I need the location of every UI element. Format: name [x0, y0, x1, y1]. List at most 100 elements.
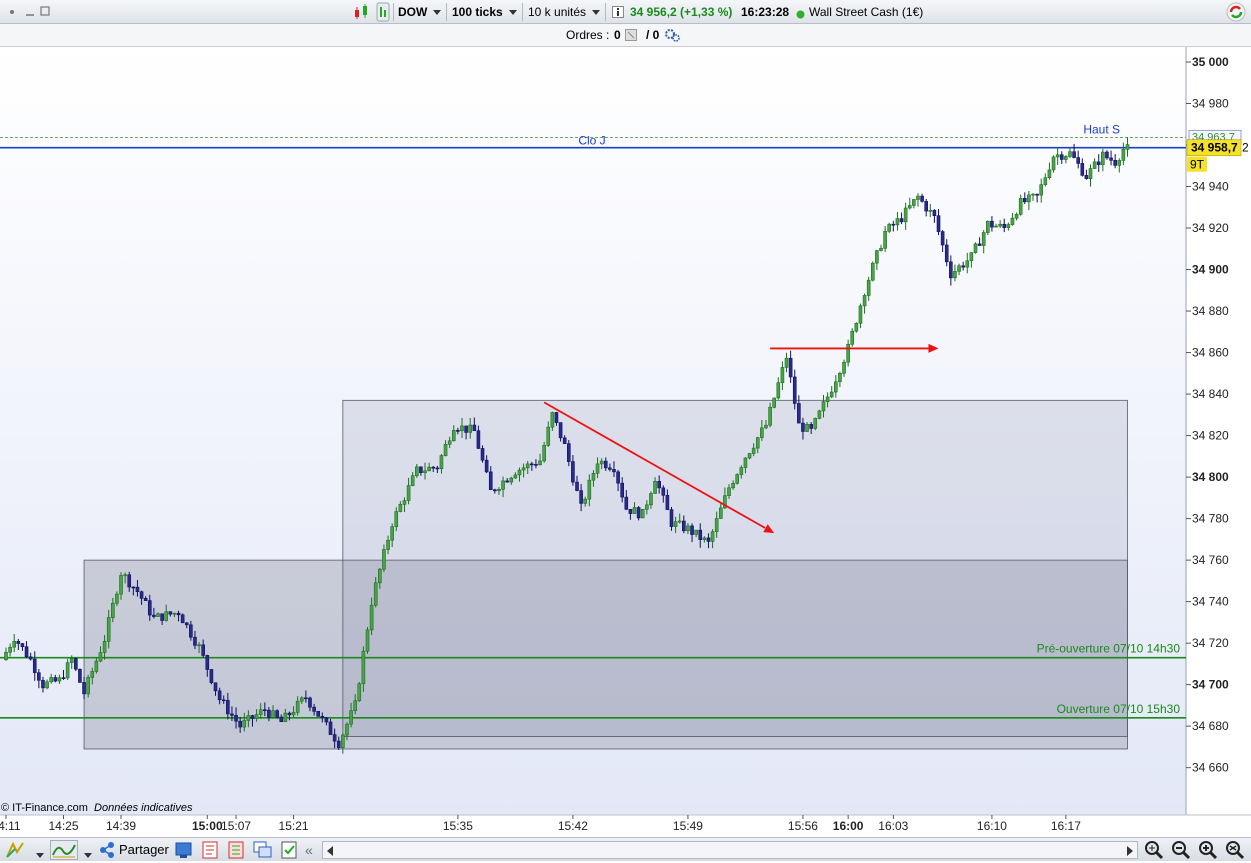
candle-body — [895, 218, 900, 226]
candle-body — [78, 668, 82, 683]
candle-body — [1018, 198, 1023, 215]
refresh-icon[interactable] — [1226, 2, 1246, 25]
candle-body — [406, 485, 411, 501]
share-button[interactable]: Partager — [97, 840, 169, 860]
gear-icon[interactable] — [664, 28, 680, 45]
candle-body — [932, 210, 937, 216]
top-toolbar: DOW 100 ticks 10 k unités 34 956,2 (+1,3… — [0, 0, 1251, 24]
candle-body — [924, 201, 928, 212]
candle-body — [435, 467, 440, 470]
screen-icon[interactable] — [174, 840, 196, 860]
candle-body — [365, 629, 370, 652]
zoom-in-icon[interactable] — [1197, 840, 1219, 860]
bottom-toolbar: Partager « — [0, 837, 1251, 861]
candle-body — [657, 481, 661, 489]
candle-body — [850, 330, 855, 345]
candle-body — [694, 529, 698, 535]
candle-body — [32, 658, 37, 674]
candle-body — [616, 471, 620, 484]
candle-body — [727, 487, 731, 497]
candle-body — [1080, 163, 1085, 176]
candle-body — [603, 460, 608, 469]
candle-body — [797, 403, 801, 424]
horizontal-scrollbar[interactable] — [322, 841, 1138, 859]
orders-icon[interactable] — [625, 29, 637, 44]
candle-body — [398, 504, 403, 512]
window-control-icons[interactable] — [6, 0, 50, 24]
source-text: © IT-Finance.com — [1, 802, 88, 814]
candle-body — [977, 243, 982, 246]
checklist-icon[interactable] — [279, 840, 301, 860]
candlestick-icon[interactable] — [353, 4, 371, 23]
candle-body — [119, 575, 123, 595]
level-label: Ouverture 07/10 15h30 — [1057, 702, 1181, 716]
scroll-left-icon[interactable] — [326, 845, 334, 859]
list-icon[interactable] — [200, 840, 222, 860]
candle-body — [698, 529, 703, 540]
info-icon[interactable] — [612, 6, 624, 21]
draw-tool-icon[interactable] — [4, 840, 26, 860]
candle-body — [49, 677, 53, 683]
ticks-selector[interactable]: 100 ticks — [452, 0, 517, 24]
candle-body — [143, 598, 148, 601]
bar-chart-icon[interactable] — [376, 2, 390, 25]
candle-body — [65, 662, 70, 679]
candle-body — [98, 652, 103, 662]
candle-body — [870, 262, 875, 281]
candle-body — [279, 716, 284, 723]
scroll-right-icon[interactable] — [1126, 845, 1134, 859]
candle-body — [24, 646, 29, 658]
candle-body — [591, 473, 596, 481]
candle-body — [472, 424, 477, 432]
candle-body — [620, 482, 625, 498]
candle-body — [784, 357, 789, 368]
candle-body — [772, 397, 776, 408]
candle-body — [1039, 184, 1044, 196]
candle-body — [94, 660, 99, 672]
zoom-reset-icon[interactable] — [1224, 840, 1246, 860]
x-tick-label: 14:11 — [0, 819, 21, 833]
market-status-icon — [796, 8, 805, 22]
instrument-selector[interactable]: DOW — [398, 0, 442, 24]
candle-body — [587, 479, 592, 500]
candle-body — [1010, 217, 1015, 225]
candle-body — [4, 651, 8, 661]
windows-icon[interactable] — [252, 840, 274, 860]
candle-body — [903, 207, 908, 223]
y-tick-label: 34 740 — [1192, 595, 1229, 609]
candle-body — [263, 709, 267, 712]
candle-body — [513, 474, 518, 479]
y-tick-label: 34 840 — [1192, 387, 1229, 401]
orders-list-icon[interactable] — [226, 840, 248, 860]
candle-body — [530, 463, 534, 466]
candle-body — [817, 410, 822, 419]
indicator-icon[interactable] — [50, 840, 78, 860]
candle-body — [891, 223, 896, 226]
candle-body — [353, 700, 357, 712]
zoom-fit-icon[interactable] — [1143, 840, 1165, 860]
candle-body — [1068, 151, 1072, 157]
candle-body — [1047, 169, 1052, 179]
candle-body — [484, 459, 489, 473]
candle-body — [755, 437, 760, 449]
candle-body — [838, 372, 842, 383]
candle-body — [571, 461, 575, 483]
chart-svg[interactable]: Pré-ouverture 07/10 14h30 Ouverture 07/10… — [0, 47, 1251, 837]
candle-body — [686, 525, 690, 532]
candle-body — [193, 636, 197, 646]
candle-body — [714, 518, 719, 532]
draw-tool-dropdown[interactable] — [36, 848, 44, 862]
zoom-out-icon[interactable] — [1170, 840, 1192, 860]
candle-body — [1002, 223, 1007, 228]
scroll-left-all-icon[interactable]: « — [305, 840, 319, 860]
candle-body — [525, 463, 530, 469]
indicator-dropdown[interactable] — [84, 848, 92, 862]
candle-body — [8, 646, 12, 653]
units-selector[interactable]: 10 k unités — [528, 0, 601, 24]
candle-body — [949, 261, 953, 279]
y-tick-label: 34 900 — [1192, 263, 1229, 277]
candle-body — [320, 715, 325, 719]
price-chart[interactable]: Pré-ouverture 07/10 14h30 Ouverture 07/10… — [0, 47, 1251, 837]
candle-body — [854, 322, 859, 332]
candle-body — [550, 412, 555, 428]
